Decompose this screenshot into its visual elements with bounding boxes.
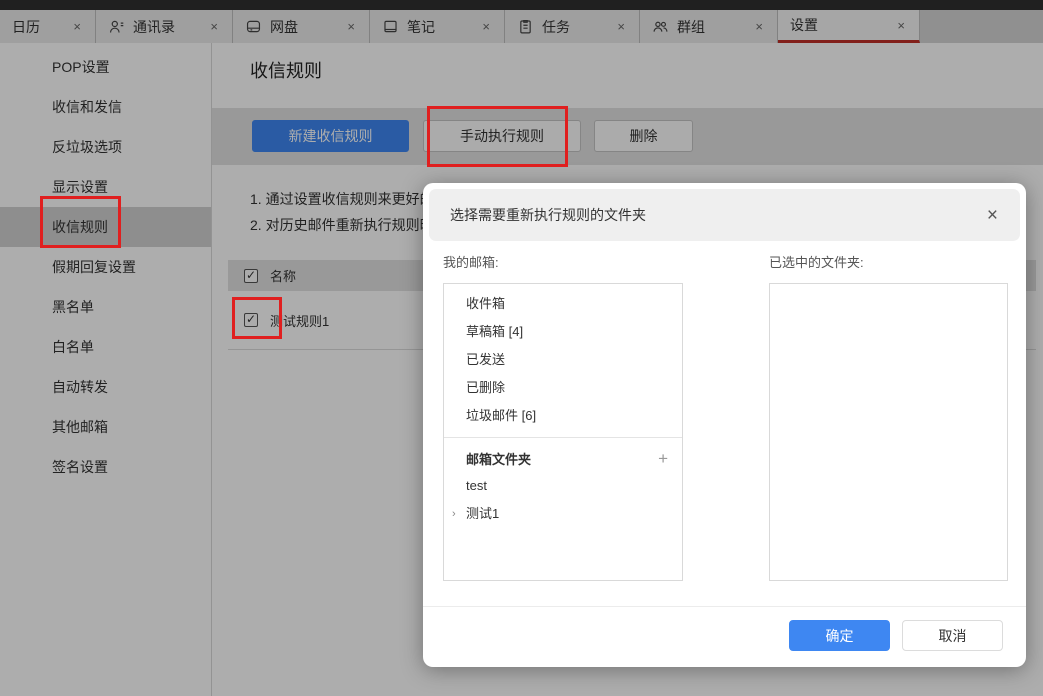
annotation-box-sidebar-mail-rules bbox=[40, 196, 121, 248]
close-icon[interactable]: × bbox=[981, 204, 1004, 227]
folder-item-test[interactable]: test bbox=[444, 472, 682, 500]
source-folder-list: 收件箱 草稿箱 [4] 已发送 已删除 垃圾邮件 [6] 邮箱文件夹 + tes… bbox=[443, 283, 683, 581]
chevron-right-icon[interactable]: › bbox=[452, 500, 461, 528]
annotation-box-rule-checkbox bbox=[232, 297, 282, 339]
run-rules-dialog: 选择需要重新执行规则的文件夹 × 我的邮箱: 已选中的文件夹: 收件箱 草稿箱 … bbox=[423, 183, 1026, 667]
folder-item-test1[interactable]: › 测试1 bbox=[444, 500, 682, 528]
dialog-header: 选择需要重新执行规则的文件夹 × bbox=[429, 189, 1020, 241]
add-folder-icon[interactable]: + bbox=[658, 450, 668, 467]
app-window: 日历 × 通讯录 × 网盘 × 笔记 × bbox=[0, 0, 1043, 696]
custom-folders-section-title: 邮箱文件夹 bbox=[466, 449, 531, 468]
annotation-box-run-rules-button bbox=[427, 106, 568, 167]
folder-item-drafts[interactable]: 草稿箱 [4] bbox=[444, 318, 682, 346]
folder-item-sent[interactable]: 已发送 bbox=[444, 346, 682, 374]
my-mailbox-label: 我的邮箱: bbox=[443, 252, 499, 271]
folder-item-junk[interactable]: 垃圾邮件 [6] bbox=[444, 402, 682, 430]
confirm-button[interactable]: 确定 bbox=[789, 620, 890, 651]
selected-folder-list bbox=[769, 283, 1008, 581]
dialog-title: 选择需要重新执行规则的文件夹 bbox=[450, 205, 646, 225]
folder-item-label: 测试1 bbox=[466, 500, 499, 528]
selected-folders-label: 已选中的文件夹: bbox=[769, 252, 864, 271]
folder-item-inbox[interactable]: 收件箱 bbox=[444, 290, 682, 318]
folder-item-deleted[interactable]: 已删除 bbox=[444, 374, 682, 402]
dialog-footer-divider bbox=[423, 606, 1026, 607]
cancel-button[interactable]: 取消 bbox=[902, 620, 1003, 651]
